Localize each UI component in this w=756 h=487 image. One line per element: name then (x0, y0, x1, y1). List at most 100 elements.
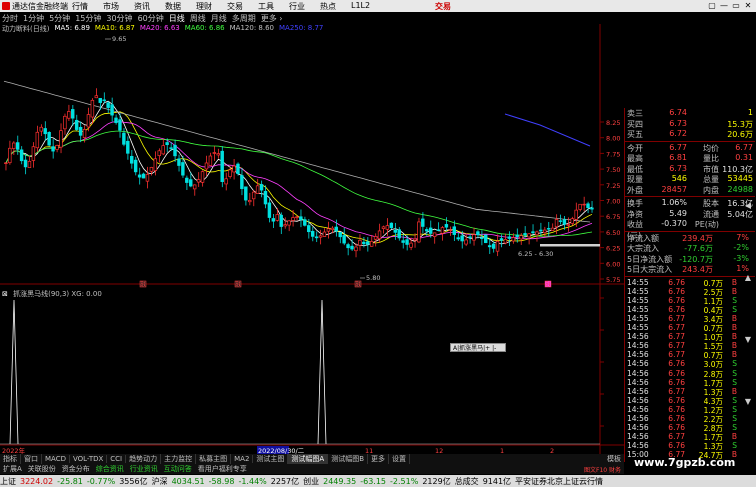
tick-volume: 1.5万 (703, 342, 723, 352)
candle-body (468, 236, 472, 239)
tick-side: S (732, 368, 737, 378)
extension-tab[interactable]: 扩展A (0, 464, 25, 474)
tick-price: 6.76 (668, 395, 685, 405)
quote-panel: 卖三 6.74 1 买四 6.73 15.3万 买五 6.72 20.6万 今开 6.77 均价 6.7… (624, 108, 756, 462)
quote-value-2: 53445 (727, 174, 753, 183)
scroll-up-icon[interactable]: ▲ (742, 272, 754, 284)
order-book-price: 6.73 (669, 118, 687, 128)
tick-side: B (731, 386, 737, 396)
indicator-tab[interactable]: 测试幅图A (288, 454, 329, 464)
indicator-tab[interactable]: CCI (107, 455, 127, 463)
candle-body (145, 174, 150, 182)
candle-body (362, 241, 366, 245)
indicator-tab[interactable]: 私募主图 (196, 454, 232, 464)
f10-label[interactable]: 图文F10 财务 (581, 465, 624, 474)
xaxis-label: 2 (550, 447, 554, 454)
tick-time: 14:56 (627, 341, 649, 351)
candle-body (578, 203, 582, 210)
close-indicator-icon[interactable]: ⊠ (2, 290, 8, 298)
candle-body (436, 229, 441, 231)
quote-row: 大宗流入 -77.6万 -2% (627, 243, 753, 254)
restore-icon[interactable]: ▢ (706, 1, 718, 10)
indicator-tab[interactable]: 主力监控 (161, 454, 197, 464)
tick-time: 14:55 (627, 277, 649, 287)
panel-scroll-buttons[interactable]: ◀ ▲ ▼ ▼ (742, 200, 754, 440)
price-tick-label: 7.50 (606, 166, 620, 174)
candle-body (55, 145, 59, 150)
tick-price: 6.77 (668, 323, 685, 332)
candle-body (487, 245, 492, 248)
quote-row: 收益(三) -0.370 PE(动) (627, 219, 753, 240)
extension-tab[interactable]: 综合资讯 (93, 464, 127, 474)
minimize-icon[interactable]: — (718, 1, 730, 10)
status-item: -25.81 (57, 476, 83, 486)
price-tick-label: 6.00 (606, 260, 620, 268)
template-tab[interactable]: 模板 (604, 454, 624, 464)
candle-body (405, 239, 409, 245)
candle-body (562, 219, 567, 225)
price-tick-label: 7.25 (606, 182, 620, 190)
indicator-tab[interactable]: VOL-TDX (70, 455, 108, 463)
candle-body (204, 162, 209, 170)
extension-tab[interactable]: 资金分布 (59, 464, 93, 474)
candle-body (192, 184, 197, 190)
tick-price: 6.76 (668, 414, 685, 423)
candle-body (432, 232, 437, 237)
candle-body (90, 99, 95, 118)
candle-body (586, 203, 590, 208)
indicator-tab[interactable]: MACD (42, 455, 70, 463)
quote-row: 换手 1.06% 股本 16.3亿 (627, 198, 753, 209)
event-mark-label: 融 (356, 281, 361, 288)
indicator-tab[interactable]: 趋势动力 (126, 454, 162, 464)
quote-row: 净资 5.49 流通 5.04亿 (627, 209, 753, 220)
quote-label-2: 总量 (703, 175, 719, 184)
status-item: 4034.51 (171, 476, 205, 486)
status-item: 2449.35 (323, 476, 357, 486)
tick-volume: 1.1万 (703, 296, 723, 306)
maximize-icon[interactable]: ▭ (730, 1, 742, 10)
candle-body (495, 240, 500, 252)
indicator-toolbar[interactable]: A|抓涨黑马|+ |- (450, 343, 506, 352)
indicator-tab[interactable]: 指标 (0, 454, 21, 464)
extension-tab[interactable]: 行业资讯 (127, 464, 161, 474)
tick-volume: 0.4万 (703, 305, 723, 315)
candle-body (354, 246, 358, 252)
candle-body (122, 132, 126, 145)
candle-body (558, 220, 563, 222)
candle-body (82, 129, 87, 138)
quote-label: 5日大宗流入 (627, 265, 673, 274)
tick-row: 14:55 6.76 1.1万 S (627, 295, 747, 306)
xaxis-label: 2022/08/30/二 (258, 447, 305, 454)
candle-body (389, 222, 394, 229)
candle-body (244, 186, 248, 201)
candle-body (71, 109, 75, 119)
extension-tab[interactable]: 关联股份 (25, 464, 59, 474)
candle-body (248, 200, 252, 203)
indicator-tab[interactable]: 测试主图 (253, 454, 289, 464)
indicator-tab[interactable]: MA2 (231, 455, 254, 463)
indicator-tab[interactable]: 测试幅图B (328, 454, 369, 464)
candle-body (86, 114, 91, 128)
status-item: 3224.02 (20, 476, 54, 486)
candle-body (346, 244, 350, 249)
quote-label: 现量 (627, 175, 643, 184)
quote-label: 换手 (627, 199, 643, 208)
extension-tab[interactable]: 看用户福利专享 (195, 464, 250, 474)
extension-tab[interactable]: 互动问答 (161, 464, 195, 474)
order-book-label: 买五 (627, 130, 643, 139)
kline-chart[interactable]: 8.25 8.00 7.75 7.50 7.25 7.00 6.75 6.50 6.25 6.00… (0, 0, 624, 454)
close-icon[interactable]: ✕ (742, 1, 754, 10)
tick-time: 14:55 (627, 295, 649, 305)
scroll-down-icon[interactable]: ▼ (742, 334, 754, 346)
price-tick-label: 7.00 (606, 198, 620, 206)
tick-row: 14:55 6.77 3.4万 B (627, 314, 747, 324)
scroll-down-2-icon[interactable]: ▼ (742, 396, 754, 408)
candle-body (251, 191, 256, 200)
order-book-price: 6.74 (669, 108, 687, 117)
expand-icon[interactable]: ◀ (742, 200, 754, 212)
tick-volume: 1.0万 (703, 333, 723, 343)
indicator-tab[interactable]: 设置 (389, 454, 411, 464)
indicator-tab[interactable]: 窗口 (21, 454, 42, 464)
tick-side: S (732, 359, 737, 369)
indicator-tab[interactable]: 更多 (368, 454, 390, 464)
